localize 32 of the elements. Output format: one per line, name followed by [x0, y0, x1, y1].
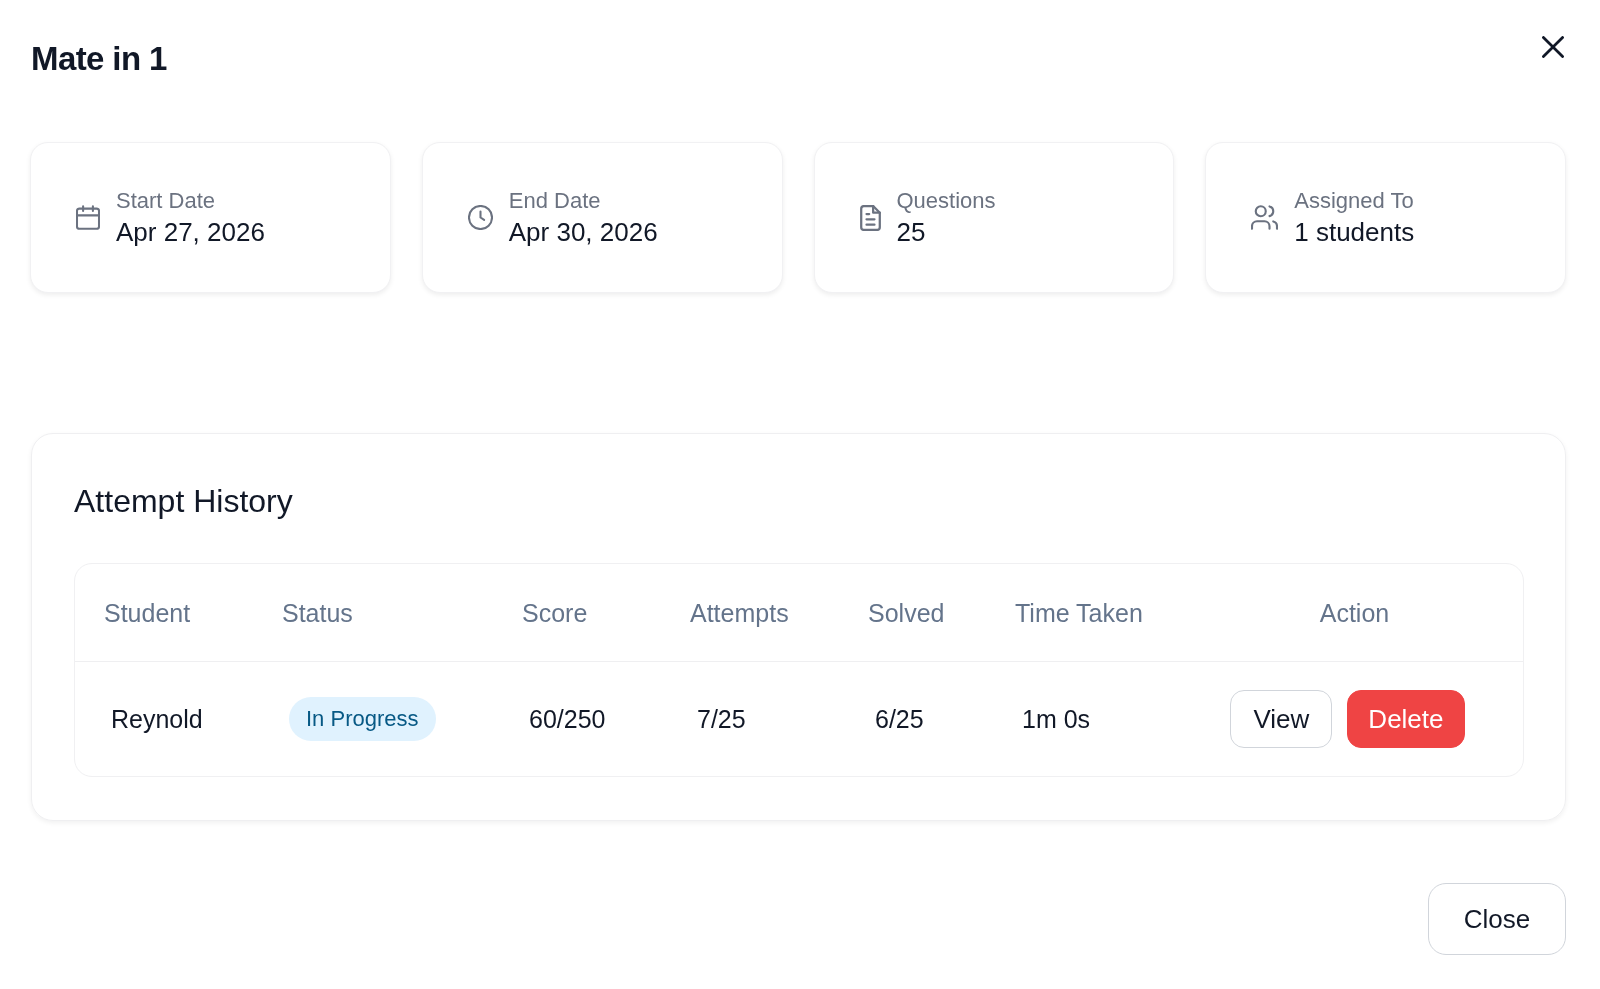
- document-icon: [859, 204, 881, 231]
- users-icon: [1251, 205, 1279, 230]
- status-badge: In Progress: [289, 697, 436, 741]
- view-button[interactable]: View: [1230, 690, 1333, 748]
- clock-icon: [467, 205, 493, 230]
- card-label: Assigned To: [1294, 186, 1415, 215]
- column-header: Student: [104, 598, 191, 627]
- column-header: Score: [522, 598, 588, 627]
- column-header: Status: [282, 598, 353, 627]
- table-cell-text: 7/25: [697, 704, 746, 735]
- column-header: Solved: [868, 598, 945, 627]
- close-icon: [1542, 36, 1564, 58]
- column-header: Attempts: [690, 598, 789, 627]
- card-value: 25: [896, 215, 927, 249]
- card-label: End Date: [508, 186, 602, 215]
- close-button[interactable]: Close: [1428, 883, 1566, 955]
- card-value: Apr 30, 2026: [508, 215, 658, 249]
- calendar-icon: [76, 205, 100, 230]
- table-cell-text: 1m 0s: [1022, 704, 1091, 735]
- card-value: Apr 27, 2026: [116, 215, 265, 249]
- table-cell-text: Reynold: [111, 704, 203, 735]
- table-cell-text: 60/250: [529, 704, 606, 735]
- card-label: Start Date: [116, 186, 217, 215]
- column-header: Time Taken: [1015, 598, 1143, 627]
- card-value: 1 students: [1294, 215, 1415, 249]
- close-button[interactable]: [1542, 36, 1564, 58]
- dialog-title: Mate in 1: [31, 39, 167, 79]
- delete-button[interactable]: Delete: [1347, 690, 1465, 748]
- section-title: Attempt History: [74, 482, 294, 521]
- table-cell-text: 6/25: [875, 704, 924, 735]
- column-header: Action: [1319, 598, 1390, 627]
- card-label: Questions: [896, 186, 996, 215]
